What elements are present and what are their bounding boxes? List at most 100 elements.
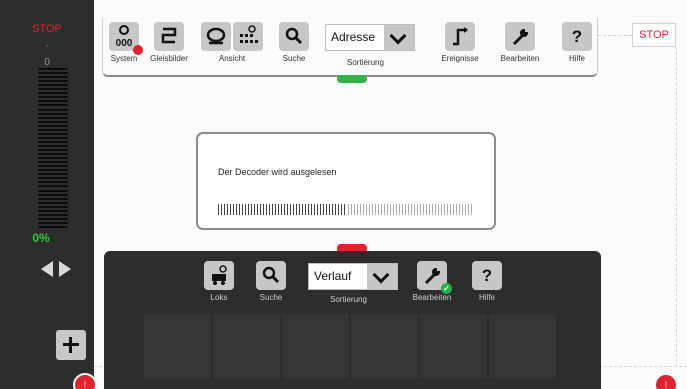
toolbar-edit-button[interactable]: Bearbeiten [497, 22, 543, 63]
sort-select-label: Sortierung [347, 58, 384, 67]
sort-select-toggle[interactable] [384, 25, 414, 50]
speed-step [38, 209, 68, 212]
progress-tick [380, 204, 382, 215]
speed-step [38, 132, 68, 135]
progress-tick [392, 204, 394, 215]
lok-panel-locos-label: Loks [210, 293, 228, 302]
lok-sort-select[interactable]: Verlauf [308, 263, 398, 290]
progress-tick [467, 204, 469, 215]
progress-tick [398, 204, 400, 215]
speed-step [38, 225, 68, 228]
speed-step [38, 193, 68, 196]
progress-tick [311, 204, 313, 215]
progress-tick [233, 204, 235, 215]
progress-tick [428, 204, 430, 215]
speed-step [38, 136, 68, 139]
stop-button[interactable]: STOP [632, 23, 676, 47]
progress-tick [404, 204, 406, 215]
progress-tick [347, 204, 349, 215]
progress-tick [377, 204, 379, 215]
toolbar-system-button[interactable]: 000 System [107, 22, 143, 63]
throttle-stop-button[interactable]: STOP [0, 23, 94, 35]
progress-tick [236, 204, 238, 215]
loco-slot[interactable] [282, 314, 349, 378]
loco-slot[interactable] [144, 314, 211, 378]
progress-tick [287, 204, 289, 215]
speed-step [38, 153, 68, 156]
speed-step [38, 197, 68, 200]
speed-slider[interactable] [38, 68, 68, 230]
progress-tick [218, 204, 219, 215]
progress-tick [263, 204, 265, 215]
toolbar-search-button[interactable]: Suche [277, 22, 311, 63]
progress-tick [371, 204, 373, 215]
progress-tick [224, 204, 226, 215]
lok-panel-locos-button[interactable]: Loks [202, 261, 236, 302]
toolbar-events-button[interactable]: Ereignisse [437, 22, 483, 63]
lok-panel-search-button[interactable]: Suche [254, 261, 288, 302]
main-toolbar: 000 System Gleisbilder Ansicht Suche Adr… [102, 18, 598, 77]
speed-step [38, 161, 68, 164]
add-loco-button[interactable] [56, 330, 86, 360]
toolbar-system-label: System [110, 54, 138, 63]
progress-tick [437, 204, 439, 215]
speed-step [38, 112, 68, 115]
speed-step [38, 173, 68, 176]
dialog-message: Der Decoder wird ausgelesen [218, 167, 337, 177]
progress-tick [293, 204, 295, 215]
toolbar-track-layout-button[interactable]: Gleisbilder [143, 22, 195, 63]
lok-panel-edit-button[interactable]: ✓ Bearbeiten [410, 261, 454, 302]
speed-readout: 0 [44, 57, 50, 68]
speed-step [38, 124, 68, 127]
checkmark-icon: ✓ [441, 283, 452, 294]
progress-tick [290, 204, 292, 215]
progress-tick [461, 204, 463, 215]
progress-tick [452, 204, 454, 215]
progress-tick [464, 204, 466, 215]
progress-tick [284, 204, 286, 215]
divider [598, 35, 632, 36]
speed-step [38, 185, 68, 188]
toolbar-drag-handle[interactable] [337, 75, 367, 83]
progress-tick [413, 204, 415, 215]
progress-tick [395, 204, 397, 215]
speed-step [38, 76, 68, 79]
direction-left-icon [41, 261, 53, 277]
progress-tick [359, 204, 361, 215]
progress-tick [440, 204, 442, 215]
plus-icon [69, 337, 72, 353]
progress-tick [419, 204, 421, 215]
progress-tick [416, 204, 418, 215]
toolbar-view-button[interactable]: Ansicht [199, 22, 265, 63]
progress-tick [257, 204, 259, 215]
progress-tick [470, 204, 472, 215]
progress-tick [425, 204, 427, 215]
progress-tick [407, 204, 409, 215]
speed-step [38, 88, 68, 91]
loco-slot[interactable] [420, 314, 487, 378]
lok-sort-select-toggle[interactable] [367, 264, 397, 289]
progress-tick [272, 204, 274, 215]
direction-toggle[interactable] [41, 259, 75, 279]
progress-tick [221, 204, 222, 215]
progress-tick [386, 204, 388, 215]
toolbar-help-button[interactable]: ? Hilfe [562, 22, 592, 63]
loco-slot[interactable] [489, 314, 556, 378]
sort-select[interactable]: Adresse [325, 24, 415, 51]
search-icon [256, 261, 286, 290]
progress-tick [266, 204, 268, 215]
speed-percent: 0% [32, 231, 50, 245]
loco-slot[interactable] [213, 314, 280, 378]
progress-tick [341, 204, 343, 215]
progress-tick [305, 204, 307, 215]
help-icon: ? [472, 261, 502, 290]
lok-panel-help-button[interactable]: ? Hilfe [472, 261, 502, 302]
speed-step [38, 213, 68, 216]
speed-step [38, 84, 68, 87]
wrench-icon: ✓ [417, 261, 452, 294]
emergency-stop-right-icon[interactable]: ! [654, 373, 678, 389]
progress-tick [344, 204, 346, 215]
progress-tick [434, 204, 436, 215]
app-root: STOP - 0 0% 000 System Gleisbilder Ansic… [0, 0, 687, 389]
loco-slot[interactable] [351, 314, 418, 378]
